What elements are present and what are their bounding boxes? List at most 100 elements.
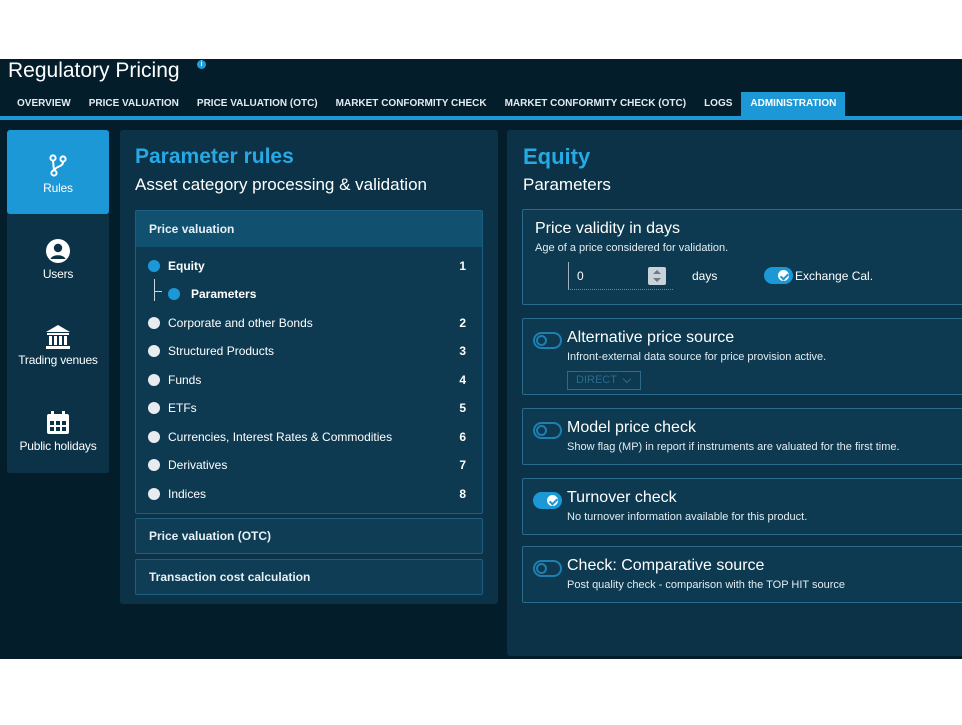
page-title: Regulatory Pricing xyxy=(8,59,180,82)
tab-market-conformity-check-otc[interactable]: MARKET CONFORMITY CHECK (OTC) xyxy=(496,92,695,116)
category-label: Funds xyxy=(168,373,202,387)
sidebar-item-public-holidays[interactable]: Public holidays xyxy=(7,388,109,472)
category-label: Parameters xyxy=(191,287,257,301)
comparative-source-card: Check: Comparative source Post quality c… xyxy=(522,546,962,603)
card-title: Alternative price source xyxy=(567,329,735,346)
card-title: Check: Comparative source xyxy=(567,557,765,574)
toggle-knob xyxy=(778,270,789,281)
branch-icon xyxy=(49,154,67,177)
app-window: Regulatory Pricing i OVERVIEW PRICE VALU… xyxy=(0,59,962,659)
tab-underline xyxy=(0,116,962,120)
card-description: No turnover information available for th… xyxy=(567,511,808,523)
source-select[interactable]: DIRECT xyxy=(567,371,641,390)
card-description: Infront-external data source for price p… xyxy=(567,351,827,363)
card-title: Turnover check xyxy=(567,489,677,506)
panel-title: Parameter rules xyxy=(135,145,294,168)
sidebar-item-users[interactable]: Users xyxy=(7,216,109,300)
toggle-knob xyxy=(536,335,547,346)
info-icon[interactable]: i xyxy=(197,60,206,69)
exchange-calendar-toggle[interactable] xyxy=(764,267,793,284)
category-label: Derivatives xyxy=(168,458,228,472)
category-label: Equity xyxy=(168,259,205,273)
tab-administration[interactable]: ADMINISTRATION xyxy=(741,92,846,116)
bank-icon xyxy=(46,325,70,349)
radio-dot-icon xyxy=(148,317,160,329)
equity-subtitle: Parameters xyxy=(523,175,611,194)
category-number: 7 xyxy=(459,458,466,472)
radio-dot-icon xyxy=(148,459,160,471)
category-parameters[interactable]: Parameters xyxy=(136,281,482,307)
category-corporate-bonds[interactable]: Corporate and other Bonds 2 xyxy=(136,310,482,336)
chevron-down-icon xyxy=(622,374,632,384)
radio-dot-icon xyxy=(148,345,160,357)
category-etfs[interactable]: ETFs 5 xyxy=(136,395,482,421)
radio-dot-icon xyxy=(148,402,160,414)
category-number: 4 xyxy=(459,373,466,387)
source-select-value: DIRECT xyxy=(576,374,617,386)
card-title: Price validity in days xyxy=(535,220,680,237)
sidebar-item-label: Trading venues xyxy=(18,353,98,367)
transaction-cost-accordion[interactable]: Transaction cost calculation xyxy=(135,559,483,595)
radio-dot-icon xyxy=(168,288,180,300)
sidebar-item-trading-venues[interactable]: Trading venues xyxy=(7,302,109,386)
equity-panel: Equity Parameters Price validity in days… xyxy=(507,130,962,656)
days-label: days xyxy=(692,269,718,283)
category-equity[interactable]: Equity 1 xyxy=(136,253,482,279)
toggle-knob xyxy=(547,495,558,506)
tab-logs[interactable]: LOGS xyxy=(695,92,741,116)
price-valuation-header[interactable]: Price valuation xyxy=(136,211,482,247)
category-number: 1 xyxy=(459,259,466,273)
sidebar-item-label: Public holidays xyxy=(19,439,97,453)
panel-subtitle: Asset category processing & validation xyxy=(135,175,427,194)
exchange-calendar-label: Exchange Cal. xyxy=(795,269,874,283)
alternative-source-toggle[interactable] xyxy=(533,332,562,349)
tab-overview[interactable]: OVERVIEW xyxy=(8,92,80,116)
sidebar: Rules Users Trading venues Public holida… xyxy=(7,130,109,473)
radio-dot-icon xyxy=(148,488,160,500)
turnover-check-toggle[interactable] xyxy=(533,492,562,509)
price-valuation-otc-accordion[interactable]: Price valuation (OTC) xyxy=(135,518,483,554)
equity-title: Equity xyxy=(523,144,591,169)
price-valuation-accordion: Price valuation Equity 1 Parameters Corp… xyxy=(135,210,483,514)
price-validity-card: Price validity in days Age of a price co… xyxy=(522,209,962,305)
category-funds[interactable]: Funds 4 xyxy=(136,367,482,393)
sidebar-item-label: Rules xyxy=(43,181,73,195)
category-derivatives[interactable]: Derivatives 7 xyxy=(136,452,482,478)
card-description: Post quality check - comparison with the… xyxy=(567,579,845,591)
card-title: Model price check xyxy=(567,419,696,436)
toggle-knob xyxy=(536,425,547,436)
card-description: Age of a price considered for validation… xyxy=(535,242,729,254)
radio-dot-icon xyxy=(148,374,160,386)
parameter-rules-panel: Parameter rules Asset category processin… xyxy=(120,130,498,604)
tab-bar: OVERVIEW PRICE VALUATION PRICE VALUATION… xyxy=(8,92,846,116)
category-number: 6 xyxy=(459,430,466,444)
category-number: 5 xyxy=(459,401,466,415)
turnover-check-card: Turnover check No turnover information a… xyxy=(522,478,962,535)
comparative-source-toggle[interactable] xyxy=(533,560,562,577)
toggle-knob xyxy=(536,563,547,574)
tab-price-valuation-otc[interactable]: PRICE VALUATION (OTC) xyxy=(188,92,327,116)
calendar-icon xyxy=(47,411,69,434)
user-icon xyxy=(46,239,70,263)
alternative-source-card: Alternative price source Infront-externa… xyxy=(522,318,962,395)
days-stepper[interactable] xyxy=(648,267,666,285)
category-structured-products[interactable]: Structured Products 3 xyxy=(136,338,482,364)
model-price-check-toggle[interactable] xyxy=(533,422,562,439)
radio-dot-icon xyxy=(148,431,160,443)
category-indices[interactable]: Indices 8 xyxy=(136,481,482,507)
category-currencies[interactable]: Currencies, Interest Rates & Commodities… xyxy=(136,424,482,450)
category-number: 8 xyxy=(459,487,466,501)
category-label: Corporate and other Bonds xyxy=(168,316,313,330)
category-label: ETFs xyxy=(168,401,197,415)
tab-price-valuation[interactable]: PRICE VALUATION xyxy=(80,92,188,116)
tab-market-conformity-check[interactable]: MARKET CONFORMITY CHECK xyxy=(327,92,496,116)
sidebar-item-rules[interactable]: Rules xyxy=(7,130,109,214)
model-price-check-card: Model price check Show flag (MP) in repo… xyxy=(522,408,962,465)
category-label: Currencies, Interest Rates & Commodities xyxy=(168,430,393,444)
category-number: 2 xyxy=(459,316,466,330)
category-label: Structured Products xyxy=(168,344,275,358)
radio-dot-icon xyxy=(148,260,160,272)
category-label: Indices xyxy=(168,487,207,501)
sidebar-item-label: Users xyxy=(42,267,74,281)
category-number: 3 xyxy=(459,344,466,358)
